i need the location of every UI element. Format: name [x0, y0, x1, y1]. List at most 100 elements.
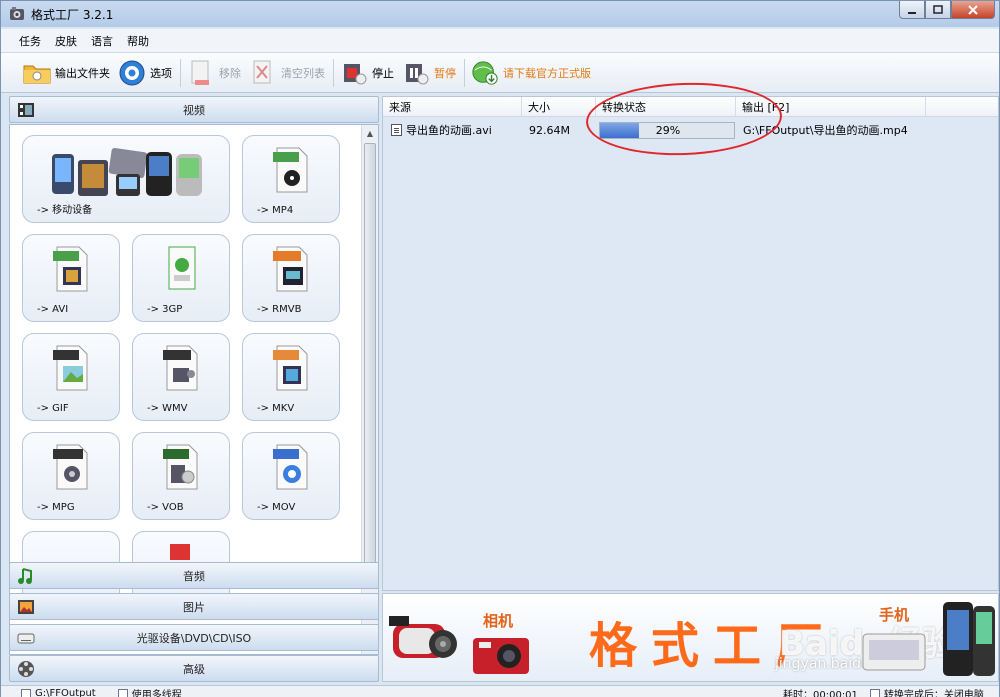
- tile-3gp-label: -> 3GP: [147, 304, 183, 315]
- red-file-icon: [166, 540, 196, 563]
- clear-list-icon: [249, 59, 277, 87]
- mp4-file-icon: [271, 146, 311, 197]
- conversion-panel: 视频 -> 移动设备 -> MP4 -> AVI -> 3GP -> RMVB …: [9, 96, 379, 682]
- download-label: 请下载官方正式版: [503, 66, 591, 80]
- tile-mpg[interactable]: -> MPG: [22, 432, 120, 520]
- file-icon: [391, 124, 402, 136]
- title-bar[interactable]: 格式工厂 3.2.1: [1, 1, 999, 27]
- menu-task[interactable]: 任务: [19, 33, 41, 49]
- clear-list-label: 清空列表: [281, 66, 325, 80]
- brand-banner: 相机 格式工厂 Baidu经验 jingyan.baidu.com 手机: [382, 593, 999, 682]
- picture-icon: [16, 597, 36, 617]
- remove-doc-icon: [187, 59, 215, 87]
- output-folder-button[interactable]: 输出文件夹: [23, 57, 110, 89]
- camcorder-icon: [389, 616, 457, 658]
- tile-3gp[interactable]: -> 3GP: [132, 234, 230, 322]
- toolbar-separator: [333, 58, 334, 87]
- app-window: 格式工厂 3.2.1 任务 皮肤 语言 帮助 输出文件夹 选项 移除 清空列表 …: [0, 0, 1000, 697]
- music-note-icon: [16, 566, 36, 586]
- app-icon: [9, 6, 25, 22]
- mpeg-file-icon: [51, 443, 91, 494]
- category-image[interactable]: 图片: [9, 593, 379, 620]
- folder-small-icon[interactable]: [21, 688, 31, 697]
- status-right: 耗时：00:00:01 转换完成后：关闭电脑: [783, 686, 984, 697]
- scroll-up-icon[interactable]: ▲: [362, 125, 378, 141]
- toolbar: 输出文件夹 选项 移除 清空列表 停止 暂停 请下载官方正式版: [1, 53, 999, 93]
- status-after-convert: 转换完成后：关闭电脑: [883, 690, 984, 697]
- category-rom-label: 光驱设备\DVD\CD\ISO: [136, 631, 252, 645]
- task-list: 来源 大小 转换状态 输出 [F2] 导出鱼的动画.avi 92.64M 29%…: [382, 96, 999, 591]
- multithread-checkbox[interactable]: [117, 688, 128, 697]
- row-source-text: 导出鱼的动画.avi: [406, 124, 492, 137]
- download-link[interactable]: 请下载官方正式版: [471, 57, 591, 89]
- column-source[interactable]: 来源: [383, 97, 522, 117]
- tile-mobile[interactable]: -> 移动设备: [22, 135, 230, 223]
- category-video-label: 视频: [183, 103, 205, 117]
- maximize-icon: [933, 4, 943, 14]
- tile-avi[interactable]: -> AVI: [22, 234, 120, 322]
- avi-file-icon: [51, 245, 91, 296]
- menu-skin[interactable]: 皮肤: [55, 33, 77, 49]
- options-button[interactable]: 选项: [118, 57, 172, 89]
- tile-mkv[interactable]: -> MKV: [242, 333, 340, 421]
- tile-rmvb[interactable]: -> RMVB: [242, 234, 340, 322]
- category-image-label: 图片: [183, 600, 205, 614]
- category-advanced[interactable]: 高级: [9, 655, 379, 682]
- category-audio-label: 音频: [183, 569, 205, 583]
- globe-download-icon: [471, 59, 499, 87]
- tile-wmv-label: -> WMV: [147, 403, 188, 414]
- disc-drive-icon: [16, 628, 36, 648]
- maximize-button[interactable]: [925, 1, 951, 19]
- tile-gif[interactable]: -> GIF: [22, 333, 120, 421]
- stop-label: 停止: [372, 66, 394, 80]
- reel-icon: [16, 659, 36, 679]
- pause-icon: [402, 59, 430, 87]
- category-rom[interactable]: 光驱设备\DVD\CD\ISO: [9, 624, 379, 651]
- close-button[interactable]: [951, 1, 995, 19]
- window-title: 格式工厂 3.2.1: [31, 8, 114, 22]
- pause-button[interactable]: 暂停: [402, 57, 456, 89]
- film-icon: [16, 100, 36, 120]
- after-convert-checkbox[interactable]: [869, 688, 880, 697]
- tile-mobile-label: -> 移动设备: [37, 205, 93, 216]
- scroll-thumb[interactable]: [364, 143, 376, 573]
- tile-vob[interactable]: -> VOB: [132, 432, 230, 520]
- clear-list-button[interactable]: 清空列表: [249, 57, 325, 89]
- tile-vob-label: -> VOB: [147, 502, 184, 513]
- camera-icon: [473, 638, 529, 674]
- mkv-file-icon: [271, 344, 311, 395]
- smartphone-icon: [943, 602, 995, 676]
- tile-wmv[interactable]: -> WMV: [132, 333, 230, 421]
- close-icon: [968, 4, 978, 15]
- wmv-file-icon: [161, 344, 201, 395]
- column-size[interactable]: 大小: [522, 97, 596, 117]
- mobile-devices-icon: [46, 144, 206, 203]
- category-audio[interactable]: 音频: [9, 562, 379, 589]
- output-folder-label: 输出文件夹: [55, 66, 110, 80]
- tile-avi-label: -> AVI: [37, 304, 69, 315]
- row-source: 导出鱼的动画.avi: [391, 119, 521, 141]
- menu-help[interactable]: 帮助: [127, 33, 149, 49]
- minimize-icon: [908, 11, 916, 14]
- remove-button[interactable]: 移除: [187, 57, 241, 89]
- tile-mov-label: -> MOV: [257, 502, 296, 513]
- remove-label: 移除: [219, 66, 241, 80]
- tile-rmvb-label: -> RMVB: [257, 304, 302, 315]
- stop-button[interactable]: 停止: [340, 57, 394, 89]
- status-left: G:\FFOutput 使用多线程: [21, 686, 182, 697]
- gear-icon: [118, 59, 146, 87]
- tile-mkv-label: -> MKV: [257, 403, 295, 414]
- device-icon: [862, 633, 926, 671]
- folder-icon: [23, 59, 51, 87]
- tile-mpg-label: -> MPG: [37, 502, 75, 513]
- tile-mov[interactable]: -> MOV: [242, 432, 340, 520]
- tile-mp4[interactable]: -> MP4: [242, 135, 340, 223]
- window-controls: [899, 1, 995, 19]
- options-label: 选项: [150, 66, 172, 80]
- 3gp-file-icon: [161, 245, 201, 296]
- category-video[interactable]: 视频: [9, 96, 379, 123]
- menu-language[interactable]: 语言: [91, 33, 113, 49]
- vob-file-icon: [161, 443, 201, 494]
- minimize-button[interactable]: [899, 1, 925, 19]
- pause-label: 暂停: [434, 66, 456, 80]
